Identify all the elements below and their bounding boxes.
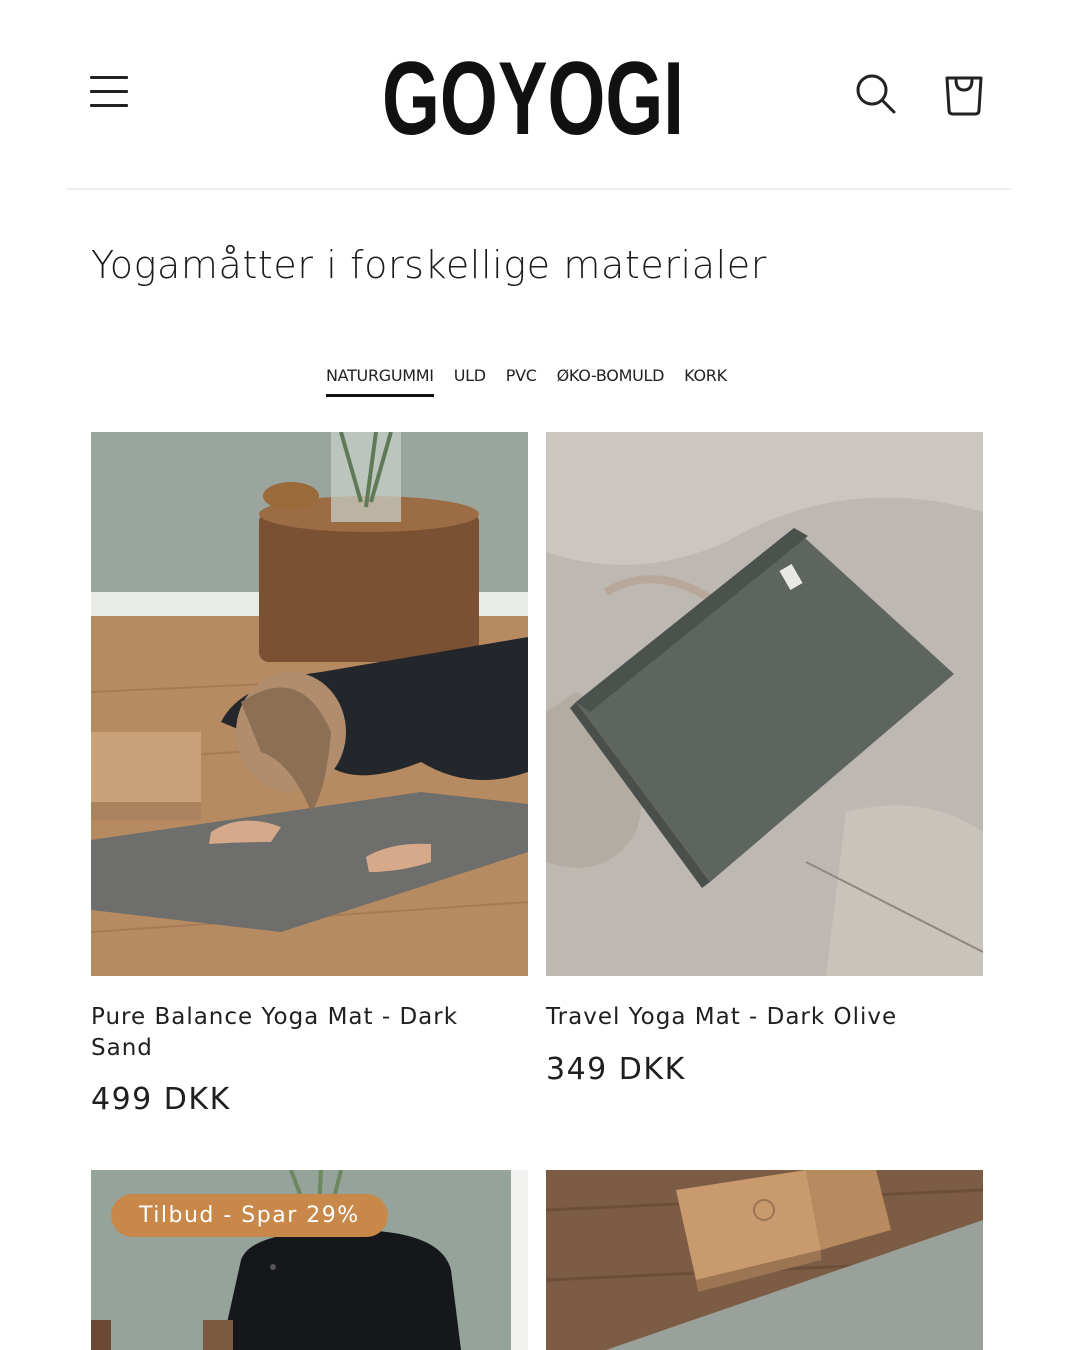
tab-oko-bomuld[interactable]: ØKO-BOMULD <box>557 366 665 397</box>
page-title: Yogamåtter i forskellige materialer <box>91 243 767 287</box>
tab-naturgummi[interactable]: NATURGUMMI <box>326 366 434 397</box>
site-header: GOYOGI <box>0 0 1080 190</box>
tab-kork[interactable]: KORK <box>684 366 727 397</box>
material-tabs: NATURGUMMI ULD PVC ØKO-BOMULD KORK <box>326 366 727 397</box>
hamburger-menu-icon[interactable] <box>88 68 132 116</box>
product-title[interactable]: Travel Yoga Mat - Dark Olive <box>546 1002 976 1033</box>
goyogi-logo[interactable]: GOYOGI <box>382 48 692 148</box>
svg-text:GOYOGI: GOYOGI <box>382 48 684 148</box>
product-image[interactable] <box>91 432 528 976</box>
product-price: 499 DKK <box>91 1082 231 1117</box>
search-icon[interactable] <box>852 70 900 118</box>
tab-uld[interactable]: ULD <box>454 366 486 397</box>
product-title[interactable]: Pure Balance Yoga Mat - Dark Sand <box>91 1002 521 1064</box>
sale-badge: Tilbud - Spar 29% <box>111 1194 388 1237</box>
product-image[interactable] <box>546 1170 983 1350</box>
product-image[interactable] <box>546 432 983 976</box>
header-divider <box>66 188 1012 190</box>
product-price: 349 DKK <box>546 1052 686 1087</box>
tab-pvc[interactable]: PVC <box>506 366 537 397</box>
cart-icon[interactable] <box>940 66 988 118</box>
